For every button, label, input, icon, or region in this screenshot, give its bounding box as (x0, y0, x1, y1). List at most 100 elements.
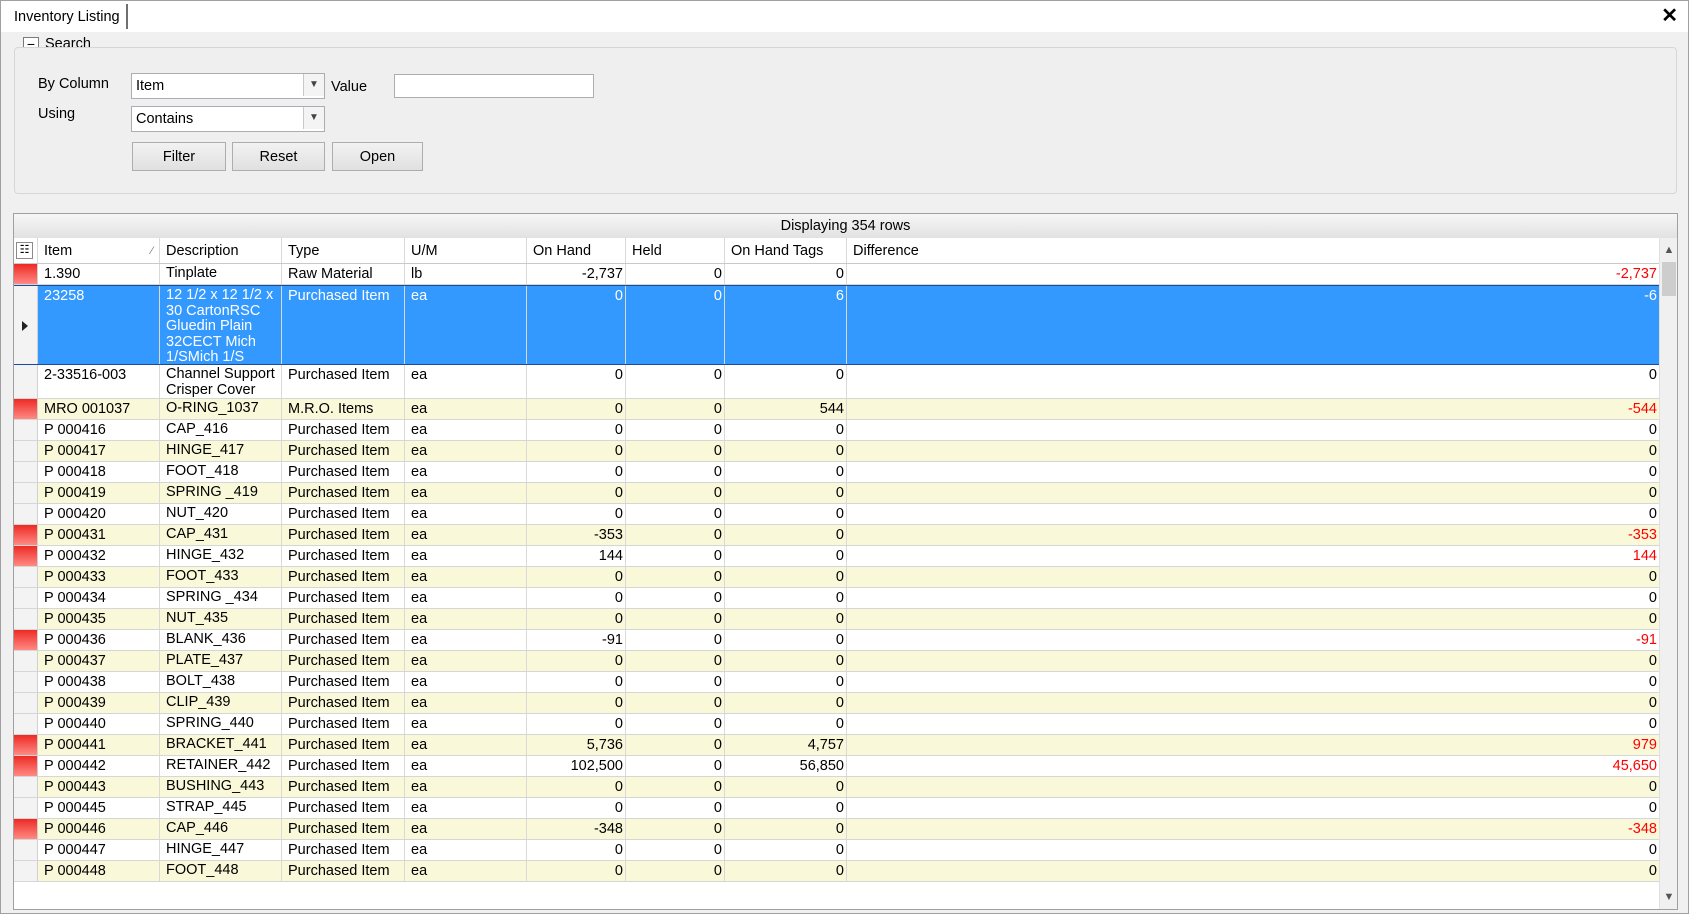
cell-um[interactable]: ea (405, 399, 527, 419)
cell-item[interactable]: P 000439 (38, 693, 160, 713)
cell-description[interactable]: BRACKET_441 (160, 735, 282, 755)
status-flag-icon[interactable] (14, 399, 38, 419)
cell-type[interactable]: Purchased Item (282, 630, 405, 650)
cell-held[interactable]: 0 (626, 483, 725, 503)
cell-on-hand[interactable]: 0 (527, 651, 626, 671)
cell-on-hand[interactable]: 0 (527, 693, 626, 713)
cell-on-hand[interactable]: 0 (527, 420, 626, 440)
cell-um[interactable]: ea (405, 504, 527, 524)
cell-description[interactable]: CLIP_439 (160, 693, 282, 713)
cell-description[interactable]: STRAP_445 (160, 798, 282, 818)
row-indicator[interactable] (14, 504, 38, 524)
cell-description[interactable]: O-RING_1037 (160, 399, 282, 419)
cell-on-hand[interactable]: 0 (527, 365, 626, 398)
status-flag-icon[interactable] (14, 525, 38, 545)
cell-um[interactable]: ea (405, 567, 527, 587)
cell-held[interactable]: 0 (626, 504, 725, 524)
cell-difference[interactable]: 0 (847, 672, 1659, 692)
status-flag-icon[interactable] (14, 735, 38, 755)
cell-description[interactable]: BLANK_436 (160, 630, 282, 650)
cell-um[interactable]: ea (405, 798, 527, 818)
cell-description[interactable]: SPRING _419 (160, 483, 282, 503)
filter-button[interactable]: Filter (132, 142, 226, 171)
cell-on-hand[interactable]: 0 (527, 462, 626, 482)
cell-item[interactable]: P 000433 (38, 567, 160, 587)
cell-item[interactable]: P 000448 (38, 861, 160, 881)
cell-type[interactable]: Purchased Item (282, 567, 405, 587)
scroll-thumb[interactable] (1662, 262, 1676, 296)
cell-on-hand-tags[interactable]: 0 (725, 441, 847, 461)
cell-difference[interactable]: 979 (847, 735, 1659, 755)
cell-on-hand[interactable]: 0 (527, 714, 626, 734)
cell-on-hand[interactable]: 0 (527, 483, 626, 503)
cell-item[interactable]: P 000442 (38, 756, 160, 776)
row-indicator[interactable] (14, 651, 38, 671)
cell-um[interactable]: ea (405, 441, 527, 461)
cell-um[interactable]: ea (405, 286, 527, 364)
cell-on-hand[interactable]: -353 (527, 525, 626, 545)
cell-on-hand[interactable]: 0 (527, 672, 626, 692)
cell-description[interactable]: RETAINER_442 (160, 756, 282, 776)
cell-type[interactable]: Purchased Item (282, 693, 405, 713)
cell-item[interactable]: P 000445 (38, 798, 160, 818)
cell-on-hand[interactable]: 0 (527, 588, 626, 608)
cell-difference[interactable]: 0 (847, 462, 1659, 482)
table-row[interactable]: P 000441 BRACKET_441 Purchased Item ea 5,736… (14, 735, 1659, 756)
cell-difference[interactable]: 0 (847, 365, 1659, 398)
status-flag-icon[interactable] (14, 630, 38, 650)
cell-description[interactable]: BOLT_438 (160, 672, 282, 692)
vertical-scrollbar[interactable]: ▲ ▼ (1659, 238, 1677, 909)
cell-difference[interactable]: 0 (847, 504, 1659, 524)
cell-on-hand-tags[interactable]: 0 (725, 264, 847, 284)
cell-held[interactable]: 0 (626, 714, 725, 734)
cell-description[interactable]: PLATE_437 (160, 651, 282, 671)
cell-description[interactable]: CAP_416 (160, 420, 282, 440)
row-indicator[interactable] (14, 441, 38, 461)
cell-type[interactable]: Purchased Item (282, 714, 405, 734)
row-indicator[interactable] (14, 483, 38, 503)
cell-description[interactable]: Channel Support Crisper Cover (160, 365, 282, 398)
cell-type[interactable]: M.R.O. Items (282, 399, 405, 419)
cell-held[interactable]: 0 (626, 588, 725, 608)
cell-on-hand-tags[interactable]: 0 (725, 630, 847, 650)
cell-held[interactable]: 0 (626, 819, 725, 839)
cell-held[interactable]: 0 (626, 798, 725, 818)
cell-item[interactable]: P 000438 (38, 672, 160, 692)
cell-item[interactable]: 2-33516-003 (38, 365, 160, 398)
cell-held[interactable]: 0 (626, 693, 725, 713)
cell-on-hand[interactable]: 0 (527, 798, 626, 818)
scroll-down-icon[interactable]: ▼ (1660, 888, 1677, 906)
status-flag-icon[interactable] (14, 756, 38, 776)
cell-difference[interactable]: 0 (847, 588, 1659, 608)
cell-description[interactable]: 12 1/2 x 12 1/2 x 30 CartonRSC Gluedin P… (160, 286, 282, 364)
cell-difference[interactable]: 0 (847, 420, 1659, 440)
table-row[interactable]: P 000433 FOOT_433 Purchased Item ea 0 0 0 0 (14, 567, 1659, 588)
by-column-select[interactable]: Item ▼ (131, 73, 325, 99)
using-select[interactable]: Contains ▼ (131, 106, 325, 132)
table-row[interactable]: P 000420 NUT_420 Purchased Item ea 0 0 0 0 (14, 504, 1659, 525)
table-row[interactable]: P 000418 FOOT_418 Purchased Item ea 0 0 0 0 (14, 462, 1659, 483)
table-row[interactable]: P 000436 BLANK_436 Purchased Item ea -91 0 0 -9… (14, 630, 1659, 651)
cell-item[interactable]: P 000420 (38, 504, 160, 524)
column-header-description[interactable]: Description (160, 238, 282, 263)
cell-type[interactable]: Purchased Item (282, 286, 405, 364)
cell-um[interactable]: ea (405, 420, 527, 440)
scroll-up-icon[interactable]: ▲ (1660, 241, 1677, 259)
cell-on-hand-tags[interactable]: 0 (725, 861, 847, 881)
table-row[interactable]: P 000439 CLIP_439 Purchased Item ea 0 0 0 0 (14, 693, 1659, 714)
cell-type[interactable]: Purchased Item (282, 546, 405, 566)
cell-on-hand[interactable]: 0 (527, 777, 626, 797)
cell-type[interactable]: Purchased Item (282, 756, 405, 776)
close-icon[interactable]: ✕ (1661, 5, 1678, 27)
cell-held[interactable]: 0 (626, 264, 725, 284)
cell-held[interactable]: 0 (626, 462, 725, 482)
cell-held[interactable]: 0 (626, 756, 725, 776)
cell-description[interactable]: CAP_446 (160, 819, 282, 839)
cell-on-hand-tags[interactable]: 0 (725, 588, 847, 608)
cell-item[interactable]: P 000441 (38, 735, 160, 755)
cell-held[interactable]: 0 (626, 399, 725, 419)
row-indicator[interactable] (14, 693, 38, 713)
column-chooser-button[interactable]: ☷ (14, 238, 38, 263)
cell-um[interactable]: ea (405, 840, 527, 860)
cell-um[interactable]: ea (405, 756, 527, 776)
